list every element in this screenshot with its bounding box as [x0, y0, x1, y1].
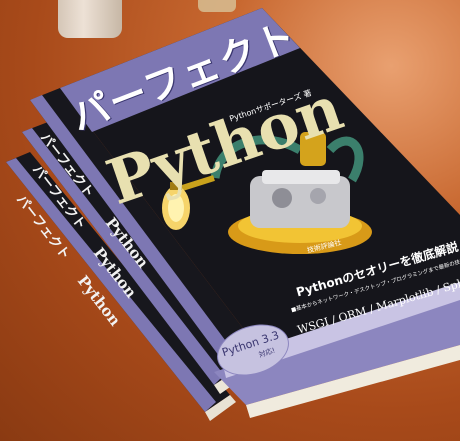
badge-support: 対応! [257, 346, 277, 360]
photo-scene: パーフェクト Python Pythonサポーターズ 著 技術評論社 Pytho… [0, 0, 460, 441]
